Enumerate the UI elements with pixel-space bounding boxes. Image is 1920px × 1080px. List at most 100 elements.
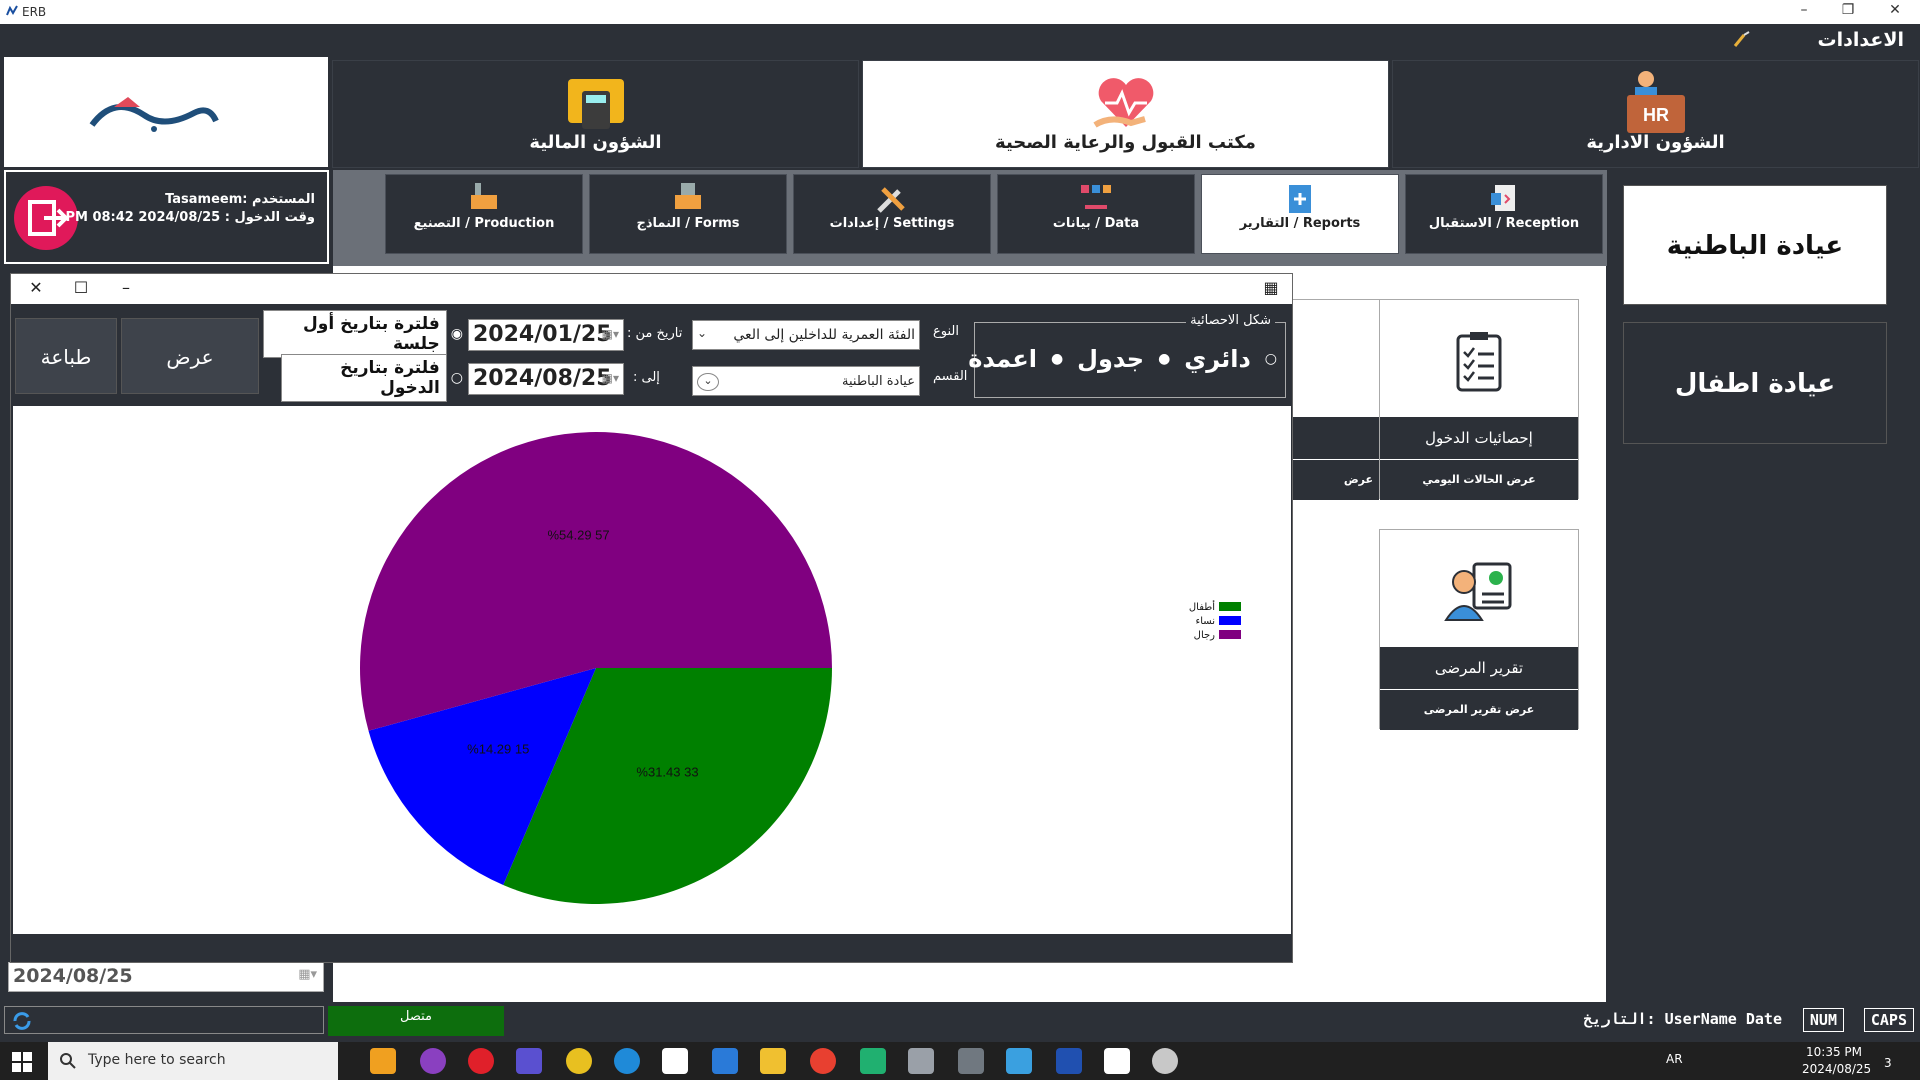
brand-logo-panel [4,57,328,167]
section-dropdown[interactable]: ⌄ عيادة الباطنية [692,366,920,396]
clinic-internal-medicine[interactable]: عيادة الباطنية [1623,185,1887,305]
taskbar-search[interactable]: Type here to search [48,1042,338,1080]
close-button[interactable]: ✕ [1880,2,1910,22]
dialog-titlebar: ✕ ☐ – ▦ [11,274,1292,304]
module-label: الشؤون المالية [529,132,662,153]
tab-production[interactable]: Production / التصنيع [385,174,583,254]
pie-chart: %31.43 33 %14.29 15 %54.29 57 أطفال نساء رجال [360,432,1241,904]
taskbar-app-icon[interactable] [1152,1048,1178,1074]
chevron-down-icon[interactable]: ⌄ [697,326,707,340]
taskbar-app-icon[interactable] [810,1048,836,1074]
module-administration[interactable]: HR الشؤون الادارية [1392,60,1919,168]
taskbar-app-icon[interactable] [420,1048,446,1074]
legend-label: رجال [1194,630,1215,641]
radio-bars[interactable]: ● [1051,351,1063,367]
taskbar: Type here to search AR 10:35 PM 2024/08/… [0,1042,1920,1080]
legend-label: نساء [1196,616,1215,627]
windows-start-icon[interactable] [12,1052,32,1072]
clinic-pediatrics[interactable]: عيادة اطفال [1623,322,1887,444]
calendar-dropdown-icon[interactable]: ▦▾ [602,327,619,341]
opera-icon[interactable] [468,1048,494,1074]
status-left-panel [4,1006,324,1034]
type-dropdown[interactable]: الفئة العمرية للداخلين إلى العي ⌄ [692,320,920,350]
dialog-close-button[interactable]: ✕ [21,278,51,300]
settings-menu[interactable]: الاعدادات [1818,29,1904,51]
word-icon[interactable] [1056,1048,1082,1074]
taskbar-app-icon[interactable] [370,1048,396,1074]
tab-forms[interactable]: Forms / النماذج [589,174,787,254]
caps-lock-indicator: CAPS [1863,1008,1914,1032]
svg-text:HR: HR [1643,105,1669,125]
notification-count[interactable]: 3 [1884,1056,1892,1070]
clock-date[interactable]: 2024/08/25 [1802,1062,1871,1076]
option-table-label[interactable]: جدول [1077,345,1144,373]
edge-icon[interactable] [614,1048,640,1074]
date-to-picker[interactable]: 2024/08/25 ▦▾ [468,363,624,395]
dialog-minimize-button[interactable]: – [111,278,141,300]
card-title: تقرير المرضى [1380,647,1578,689]
calculator-folder-icon [567,79,624,129]
minimize-button[interactable]: – [1789,2,1819,22]
factory-icon [471,183,497,209]
admission-stats-card[interactable]: إحصائيات الدخول عرض الحالات اليومي [1379,299,1579,500]
tab-data[interactable]: Data / بيانات [997,174,1195,254]
radio-selected-icon[interactable]: ◉ [451,326,463,342]
status-fields: UserName Date :التاريخ [1583,1010,1782,1028]
radio-pie[interactable]: ○ [1265,351,1277,367]
calendar-dropdown-icon[interactable]: ▦▾ [602,371,619,385]
filter-first-session-option[interactable]: فلترة بتاريخ أول جلسة ◉ [263,310,463,358]
patients-report-card[interactable]: تقرير المرضى عرض تقرير المرضى [1379,529,1579,730]
chrome-icon[interactable] [566,1048,592,1074]
section-label: القسم [933,369,968,384]
settings-strip: الاعدادات [0,24,1920,56]
restore-button[interactable]: ❐ [1833,2,1863,22]
tab-reports[interactable]: Reports / التقارير [1201,174,1399,254]
radio-unselected-icon[interactable]: ○ [451,370,463,386]
tab-label: Data / بيانات [1052,216,1140,231]
filter-entry-date-label[interactable]: فلترة بتاريخ الدخول [281,354,447,402]
erb-app-icon[interactable] [1104,1048,1130,1074]
tab-reception[interactable]: Reception / الاستقبال [1405,174,1603,254]
dialog-maximize-button[interactable]: ☐ [66,278,96,300]
hr-icon: HR [1626,71,1685,133]
date-to-label: إلى : [633,370,660,385]
taskbar-app-icon[interactable] [516,1048,542,1074]
input-language[interactable]: AR [1666,1052,1683,1066]
search-placeholder: Type here to search [88,1052,226,1068]
card-footer[interactable]: عرض الحالات اليومي [1380,460,1578,500]
option-bars-label[interactable]: اعمدة [968,345,1037,373]
file-explorer-icon[interactable] [760,1048,786,1074]
taskbar-app-icon[interactable] [860,1048,886,1074]
taskbar-app-icon[interactable] [908,1048,934,1074]
bottom-date-picker[interactable]: 2024/08/25 ▦▾ [8,962,324,992]
filter-first-session-label[interactable]: فلترة بتاريخ أول جلسة [263,310,447,358]
filter-entry-date-option[interactable]: فلترة بتاريخ الدخول ○ [281,354,463,402]
card-footer[interactable]: عرض تقرير المرضى [1380,690,1578,730]
show-button[interactable]: عرض [121,318,259,394]
radio-table[interactable]: ● [1158,351,1170,367]
app-title: ERB [22,5,47,19]
tab-label: Settings / إعدادات [829,216,955,231]
legend-label: أطفال [1189,600,1215,613]
print-button[interactable]: طباعة [15,318,117,394]
option-pie-label[interactable]: دائري [1184,345,1250,373]
reception-icon [1491,185,1515,211]
legend-swatch [1219,616,1241,625]
dropdown-circle-icon[interactable]: ⌄ [697,373,719,391]
mail-icon[interactable] [712,1048,738,1074]
module-label: مكتب القبول والرعاية الصحية [995,132,1256,153]
calculator-icon[interactable] [958,1048,984,1074]
clock-time[interactable]: 10:35 PM [1806,1045,1862,1059]
chart-type-group: شكل الاحصائية ○ دائري ● جدول ● اعمدة [968,313,1286,398]
tab-settings[interactable]: Settings / إعدادات [793,174,991,254]
window-titlebar: ERB – ❐ ✕ [0,0,1920,24]
date-from-label: تاريخ من : [627,326,683,341]
erb-app-icon[interactable] [662,1048,688,1074]
taskbar-app-icon[interactable] [1006,1048,1032,1074]
module-admission-healthcare[interactable]: مكتب القبول والرعاية الصحية [862,60,1389,168]
calendar-dropdown-icon[interactable]: ▦▾ [298,967,317,982]
refresh-icon[interactable] [11,1010,33,1032]
date-from-picker[interactable]: 2024/01/25 ▦▾ [468,319,624,351]
module-finance[interactable]: الشؤون المالية [332,60,859,168]
dialog-calculator-icon[interactable]: ▦ [1256,278,1286,300]
